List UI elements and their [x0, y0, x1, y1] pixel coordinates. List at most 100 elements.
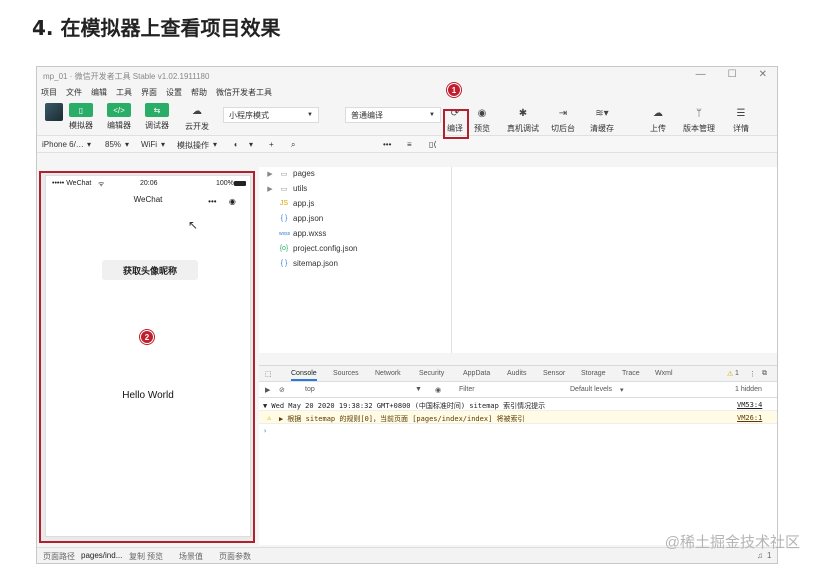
maximize-button[interactable]: ☐ [728, 69, 737, 80]
tab-security[interactable]: Security [419, 370, 444, 377]
preview-button[interactable]: ◉ 预览 [474, 105, 490, 134]
search-icon[interactable]: ⌕ [291, 140, 295, 150]
context-select[interactable]: top [305, 386, 315, 393]
eye-icon[interactable]: ◉ [435, 386, 441, 394]
preview-link[interactable]: 预览 [147, 551, 163, 562]
tab-sources[interactable]: Sources [333, 370, 359, 377]
mode-select[interactable]: 小程序模式 ▼ [223, 107, 319, 123]
chevron-down-icon: ▾ [87, 140, 92, 149]
menu-view[interactable]: 界面 [141, 87, 157, 98]
log-source-link[interactable]: VM26:1 [737, 414, 762, 422]
minimize-button[interactable]: — [696, 69, 706, 80]
chevron-down-icon: ▼ [415, 386, 422, 393]
play-icon[interactable]: ▶ [265, 386, 270, 394]
details-button[interactable]: ☰ 详情 [733, 105, 749, 134]
phone-icon: ▯ [69, 103, 93, 117]
file-item[interactable]: {o} project.config.json [279, 244, 358, 253]
volume-icon[interactable]: ◖ [233, 140, 238, 149]
background-button[interactable]: ⇥ 切后台 [551, 105, 575, 134]
switch-icon: ⇥ [558, 107, 568, 119]
layers-icon: ≋▾ [595, 107, 609, 119]
align-icon[interactable]: ≡ [407, 140, 412, 149]
tab-trace[interactable]: Trace [622, 370, 640, 377]
file-item[interactable]: { } app.json [279, 214, 324, 223]
device-select[interactable]: iPhone 6/… [42, 140, 84, 149]
more-icon[interactable]: ••• [383, 140, 391, 149]
json-file-icon: { } [280, 260, 288, 267]
avatar[interactable] [45, 103, 63, 121]
js-file-icon: JS [279, 200, 289, 207]
debugger-button[interactable]: ⇆ 调试器 [145, 103, 169, 131]
tab-storage[interactable]: Storage [581, 370, 606, 377]
folder-icon: ▭ [280, 185, 288, 193]
json-file-icon: { } [280, 215, 288, 222]
console-toolbar: ▶ ⊘ top ▼ ◉ Filter Default levels ▾ 1 hi… [259, 382, 777, 398]
page-path-value[interactable]: pages/ind... [81, 551, 122, 560]
simulator-button[interactable]: ▯ 模拟器 [69, 103, 93, 131]
wxss-file-icon: wxss [279, 230, 291, 237]
log-source-link[interactable]: VM53:4 [737, 401, 762, 409]
file-item[interactable]: wxss app.wxss [279, 229, 326, 238]
prompt-icon: › [263, 427, 268, 435]
network-select[interactable]: WiFi [141, 140, 157, 149]
menu-devtools[interactable]: 微信开发者工具 [216, 87, 272, 98]
badge-two: 2 [140, 330, 154, 344]
dock-icon[interactable]: ⧉ [762, 370, 767, 378]
kebab-icon[interactable]: ⋮ [749, 370, 756, 378]
menu-tools[interactable]: 工具 [116, 87, 132, 98]
file-item[interactable]: ▶ ▭ utils [265, 184, 307, 193]
params-link[interactable]: 页面参数 [219, 551, 251, 562]
levels-select[interactable]: Default levels [570, 386, 612, 393]
zoom-select[interactable]: 85% [105, 140, 121, 149]
tab-wxml[interactable]: Wxml [655, 370, 673, 377]
inspect-icon[interactable]: ⬚ [265, 370, 272, 378]
block-icon[interactable]: ⊘ [279, 386, 285, 394]
tab-appdata[interactable]: AppData [463, 370, 490, 377]
editor-area[interactable] [451, 167, 777, 353]
upload-button[interactable]: ☁ 上传 [650, 105, 666, 134]
tab-console[interactable]: Console [291, 370, 317, 381]
log-entry[interactable]: ▼ Wed May 20 2020 19:38:32 GMT+0800 (中国标… [259, 398, 777, 411]
menu-file[interactable]: 文件 [66, 87, 82, 98]
log-warning[interactable]: ⚠ ▶ 根据 sitemap 的规则[0]，当前页面 [pages/index/… [259, 411, 777, 424]
scene-link[interactable]: 场景值 [179, 551, 203, 562]
plus-icon[interactable]: + [269, 140, 274, 149]
clear-cache-button[interactable]: ≋▾ 清缓存 [590, 105, 614, 134]
file-tree: ▶ ▭ pages ▶ ▭ utils JS app.js { } app.json wxs… [259, 167, 451, 353]
bell-icon[interactable]: ♫ [757, 551, 763, 560]
devtools-window: mp_01 · 微信开发者工具 Stable v1.02.1911180 — ☐… [36, 66, 778, 564]
menu-settings[interactable]: 设置 [166, 87, 182, 98]
menu-project[interactable]: 项目 [41, 87, 57, 98]
tab-network[interactable]: Network [375, 370, 401, 377]
cloud-icon: ☁ [192, 105, 202, 117]
editor-button[interactable]: </> 编辑器 [107, 103, 131, 131]
bug-icon: ✱ [518, 107, 528, 119]
chevron-down-icon: ▼ [429, 112, 435, 118]
tab-audits[interactable]: Audits [507, 370, 526, 377]
file-item[interactable]: ▶ ▭ pages [265, 169, 315, 178]
console-prompt[interactable]: › [259, 424, 777, 437]
split-icon[interactable]: ▯⟨ [429, 140, 437, 149]
file-item[interactable]: { } sitemap.json [279, 259, 338, 268]
tab-sensor[interactable]: Sensor [543, 370, 565, 377]
watermark: @稀土掘金技术社区 [664, 534, 800, 551]
window-title: mp_01 · 微信开发者工具 Stable v1.02.1911180 [43, 71, 210, 81]
hidden-text: 1 hidden [735, 386, 762, 393]
warning-icon: ⚠ [727, 371, 734, 378]
remote-debug-button[interactable]: ✱ 真机调试 [507, 105, 539, 134]
simulate-select[interactable]: 模拟操作 [177, 140, 209, 151]
compile-select[interactable]: 普通编译 ▼ [345, 107, 441, 123]
menu-help[interactable]: 帮助 [191, 87, 207, 98]
simulator-highlight [39, 171, 255, 543]
code-icon: </> [107, 103, 131, 117]
upload-icon: ☁ [653, 107, 663, 119]
file-item[interactable]: JS app.js [279, 199, 314, 208]
copy-link[interactable]: 复制 [129, 551, 145, 562]
close-button[interactable]: ✕ [759, 69, 767, 80]
version-button[interactable]: ᛘ 版本管理 [683, 105, 715, 134]
cloud-button[interactable]: ☁ 云开发 [185, 103, 209, 132]
filter-input[interactable]: Filter [459, 386, 475, 393]
chevron-down-icon: ▾ [249, 140, 254, 149]
page-heading: 4. 在模拟器上查看项目效果 [32, 16, 281, 40]
menu-edit[interactable]: 编辑 [91, 87, 107, 98]
